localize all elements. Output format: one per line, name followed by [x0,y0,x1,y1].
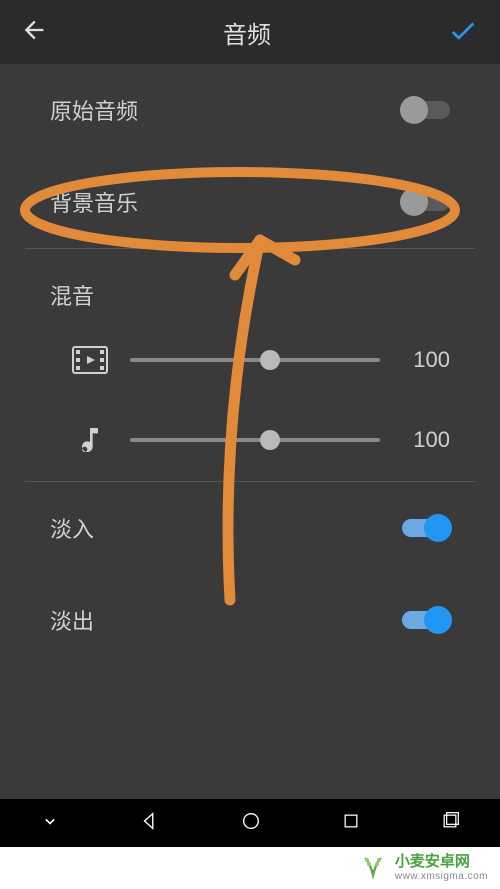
nav-expand-icon[interactable] [40,811,60,836]
fade-out-label: 淡出 [50,604,402,636]
original-audio-row: 原始音频 [0,64,500,156]
watermark-text: 小麦安卓网 www.xmsigma.com [395,854,488,882]
video-volume-row: 100 [0,321,500,399]
watermark-title: 小麦安卓网 [395,854,470,871]
fade-in-label: 淡入 [50,512,402,544]
toggle-knob [400,96,428,124]
nav-back-icon[interactable] [139,810,161,837]
toggle-knob [424,606,452,634]
page-title: 音频 [223,15,271,50]
back-button[interactable] [20,16,48,49]
original-audio-toggle[interactable] [402,101,450,119]
music-volume-slider[interactable] [130,438,380,442]
original-audio-label: 原始音频 [50,94,402,126]
header: 音频 [0,0,500,64]
wheat-icon [357,850,389,887]
toggle-knob [424,514,452,542]
watermark: 小麦安卓网 www.xmsigma.com [0,847,500,889]
background-music-toggle[interactable] [402,193,450,211]
slider-knob [260,430,280,450]
confirm-button[interactable] [446,13,480,52]
nav-home-icon[interactable] [240,810,262,837]
background-music-row: 背景音乐 [0,156,500,248]
android-navbar [0,799,500,847]
toggle-knob [400,188,428,216]
fade-out-row: 淡出 [0,574,500,666]
slider-knob [260,350,280,370]
mixer-label: 混音 [0,249,500,321]
nav-recents-icon[interactable] [341,811,361,836]
music-note-icon [70,424,110,456]
music-volume-row: 100 [0,399,500,481]
nav-extra-icon[interactable] [440,811,460,836]
fade-in-row: 淡入 [0,482,500,574]
video-volume-value: 100 [400,347,450,373]
film-icon [70,346,110,374]
video-volume-slider[interactable] [130,358,380,362]
music-volume-value: 100 [400,427,450,453]
background-music-label: 背景音乐 [50,186,402,218]
content: 原始音频 背景音乐 混音 100 [0,64,500,666]
fade-out-toggle[interactable] [402,611,450,629]
watermark-url: www.xmsigma.com [395,871,488,882]
fade-in-toggle[interactable] [402,519,450,537]
